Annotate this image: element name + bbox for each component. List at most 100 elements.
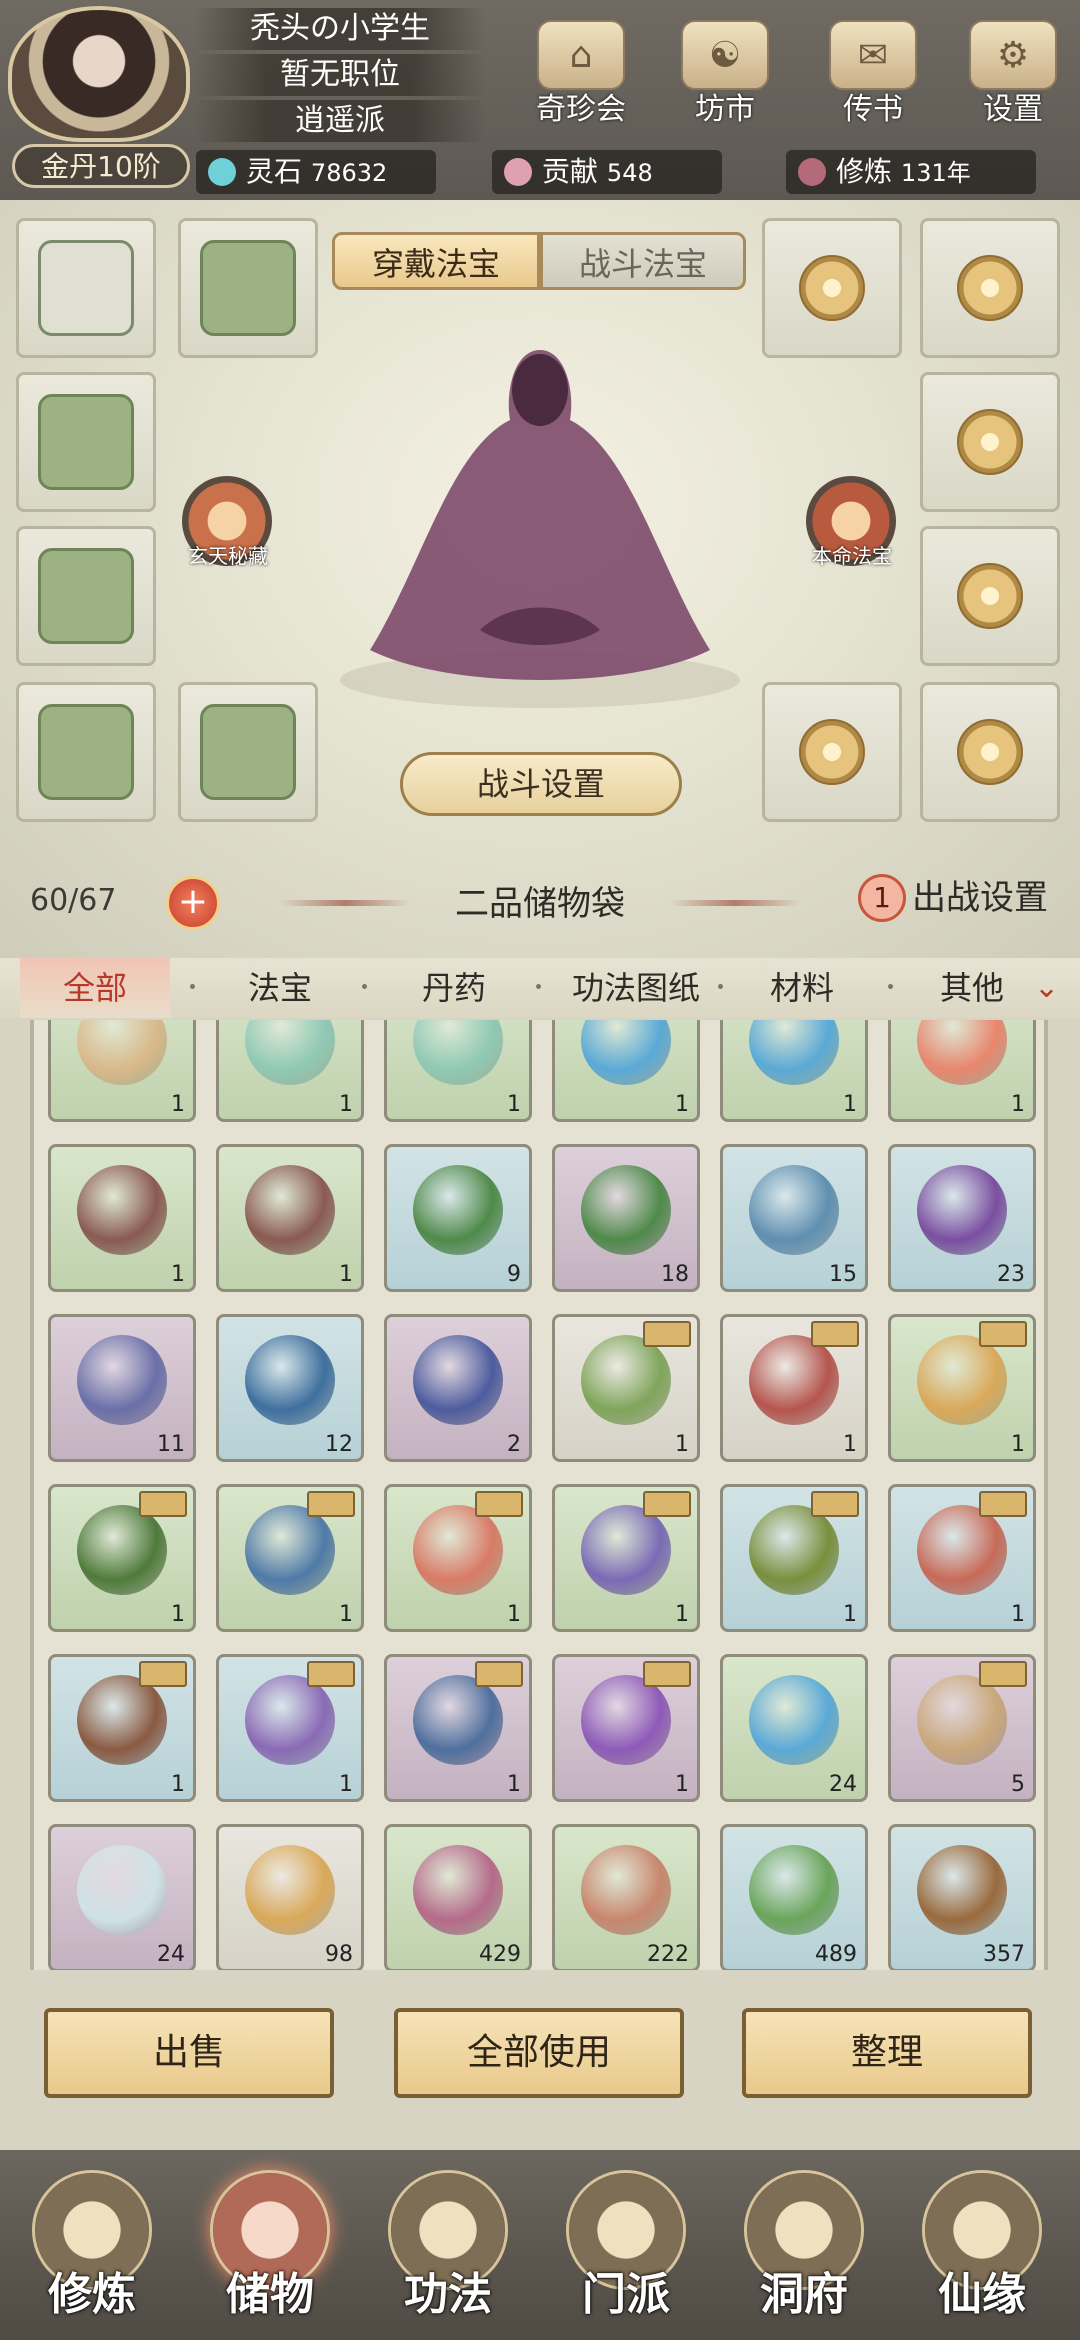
equip-slot-hat[interactable] bbox=[178, 218, 318, 358]
tab-wear-treasure[interactable]: 穿戴法宝 bbox=[332, 232, 540, 290]
use-all-button[interactable]: 全部使用 bbox=[394, 2008, 684, 2098]
item-slot[interactable]: 11 bbox=[48, 1314, 196, 1462]
item-slot[interactable]: 24 bbox=[48, 1824, 196, 1970]
item-quantity: 489 bbox=[815, 1942, 857, 1967]
bag-capacity: 60/67 bbox=[30, 883, 117, 918]
item-quantity: 1 bbox=[507, 1602, 521, 1627]
cultivator-figure bbox=[340, 350, 740, 708]
item-slot[interactable]: 1 bbox=[552, 1484, 700, 1632]
equip-slot-pants[interactable] bbox=[16, 682, 156, 822]
item-slot[interactable]: 1 bbox=[720, 1484, 868, 1632]
nav-storage-bag[interactable]: 储物 bbox=[190, 2170, 350, 2330]
nav-immortal-fate[interactable]: 仙缘 bbox=[902, 2170, 1062, 2330]
sell-button[interactable]: 出售 bbox=[44, 2008, 334, 2098]
item-slot[interactable]: 5 bbox=[888, 1654, 1036, 1802]
item-slot[interactable]: 98 bbox=[216, 1824, 364, 1970]
item-quantity: 1 bbox=[1011, 1092, 1025, 1117]
item-quantity: 1 bbox=[339, 1092, 353, 1117]
item-slot[interactable]: 1 bbox=[720, 1314, 868, 1462]
locked-slot-6[interactable] bbox=[920, 682, 1060, 822]
item-slot[interactable]: 1 bbox=[216, 1484, 364, 1632]
expand-bag-button[interactable]: + bbox=[166, 876, 220, 930]
locked-slot-5[interactable] bbox=[762, 682, 902, 822]
fight-setting-button[interactable]: 出战设置 bbox=[912, 872, 1048, 924]
sort-button[interactable]: 整理 bbox=[742, 2008, 1032, 2098]
nav-cave-mansion[interactable]: 洞府 bbox=[724, 2170, 884, 2330]
item-slot[interactable]: 1 bbox=[48, 1484, 196, 1632]
item-slot[interactable]: 1 bbox=[384, 1484, 532, 1632]
treasure-hall-button[interactable]: ⌂ 奇珍会 bbox=[526, 20, 636, 130]
item-quantity: 9 bbox=[507, 1262, 521, 1287]
item-slot[interactable]: 2 bbox=[384, 1314, 532, 1462]
tab-treasure[interactable]: 法宝 bbox=[210, 958, 350, 1018]
tab-separator bbox=[362, 984, 367, 989]
item-slot[interactable]: 12 bbox=[216, 1314, 364, 1462]
locked-slot-2[interactable] bbox=[920, 218, 1060, 358]
item-quantity: 1 bbox=[507, 1092, 521, 1117]
item-quantity: 1 bbox=[507, 1772, 521, 1797]
equip-slot-necklace[interactable] bbox=[16, 218, 156, 358]
equip-slot-boots[interactable] bbox=[178, 682, 318, 822]
tab-pills[interactable]: 丹药 bbox=[384, 958, 524, 1018]
item-icon bbox=[581, 1675, 671, 1765]
item-slot[interactable]: 357 bbox=[888, 1824, 1036, 1970]
item-slot[interactable]: 222 bbox=[552, 1824, 700, 1970]
locked-slot-4[interactable] bbox=[920, 526, 1060, 666]
settings-button[interactable]: ⚙ 设置 bbox=[958, 20, 1068, 130]
item-slot[interactable]: 1 bbox=[384, 1020, 532, 1122]
tab-all[interactable]: 全部 bbox=[20, 958, 170, 1018]
nav-sect-gate[interactable]: 门派 bbox=[546, 2170, 706, 2330]
item-slot[interactable]: 1 bbox=[888, 1020, 1036, 1122]
item-slot[interactable]: 489 bbox=[720, 1824, 868, 1970]
chevron-down-icon[interactable]: ⌄ bbox=[1034, 970, 1059, 1005]
item-slot[interactable]: 429 bbox=[384, 1824, 532, 1970]
item-slot[interactable]: 1 bbox=[888, 1484, 1036, 1632]
tab-materials[interactable]: 材料 bbox=[732, 958, 872, 1018]
locked-slot-3[interactable] bbox=[920, 372, 1060, 512]
item-slot[interactable]: 9 bbox=[384, 1144, 532, 1292]
item-slot[interactable]: 15 bbox=[720, 1144, 868, 1292]
item-slot[interactable]: 1 bbox=[48, 1654, 196, 1802]
nav-meditation[interactable]: 修炼 bbox=[12, 2170, 172, 2330]
item-slot[interactable]: 1 bbox=[216, 1020, 364, 1122]
item-slot[interactable]: 1 bbox=[888, 1314, 1036, 1462]
equip-slot-gloves[interactable] bbox=[16, 526, 156, 666]
item-slot[interactable]: 1 bbox=[552, 1654, 700, 1802]
treasure-hall-icon: ⌂ bbox=[537, 20, 625, 90]
equip-slot-robe[interactable] bbox=[16, 372, 156, 512]
spirit-stone-counter: 灵石 78632 bbox=[196, 150, 436, 194]
item-slot[interactable]: 1 bbox=[48, 1144, 196, 1292]
nav-technique-scroll[interactable]: 功法 bbox=[368, 2170, 528, 2330]
item-quantity: 1 bbox=[171, 1602, 185, 1627]
item-slot[interactable]: 1 bbox=[48, 1020, 196, 1122]
gear-icon: ⚙ bbox=[969, 20, 1057, 90]
cultivation-value: 131年 bbox=[900, 159, 971, 187]
item-quantity: 1 bbox=[675, 1772, 689, 1797]
item-slot[interactable]: 18 bbox=[552, 1144, 700, 1292]
item-icon bbox=[749, 1165, 839, 1255]
tab-battle-treasure[interactable]: 战斗法宝 bbox=[540, 232, 746, 290]
battle-settings-button[interactable]: 战斗设置 bbox=[400, 752, 682, 816]
item-slot[interactable]: 1 bbox=[552, 1314, 700, 1462]
item-slot[interactable]: 1 bbox=[384, 1654, 532, 1802]
tab-others[interactable]: 其他 bbox=[902, 958, 1042, 1018]
item-icon bbox=[749, 1020, 839, 1085]
item-slot[interactable]: 1 bbox=[216, 1144, 364, 1292]
item-quantity: 1 bbox=[339, 1262, 353, 1287]
item-slot[interactable]: 23 bbox=[888, 1144, 1036, 1292]
item-slot[interactable]: 1 bbox=[552, 1020, 700, 1122]
item-icon bbox=[413, 1020, 503, 1085]
item-slot[interactable]: 24 bbox=[720, 1654, 868, 1802]
item-quantity: 1 bbox=[675, 1092, 689, 1117]
item-icon bbox=[413, 1165, 503, 1255]
tab-technique-blueprints[interactable]: 功法图纸 bbox=[548, 958, 724, 1018]
item-icon bbox=[917, 1845, 1007, 1935]
item-icon bbox=[749, 1845, 839, 1935]
player-avatar[interactable] bbox=[8, 6, 190, 142]
item-slot[interactable]: 1 bbox=[216, 1654, 364, 1802]
item-slot[interactable]: 1 bbox=[720, 1020, 868, 1122]
market-button[interactable]: ☯ 坊市 bbox=[670, 20, 780, 130]
item-quantity: 23 bbox=[997, 1262, 1025, 1287]
locked-slot-1[interactable] bbox=[762, 218, 902, 358]
scroll-letter-button[interactable]: ✉ 传书 bbox=[818, 20, 928, 130]
